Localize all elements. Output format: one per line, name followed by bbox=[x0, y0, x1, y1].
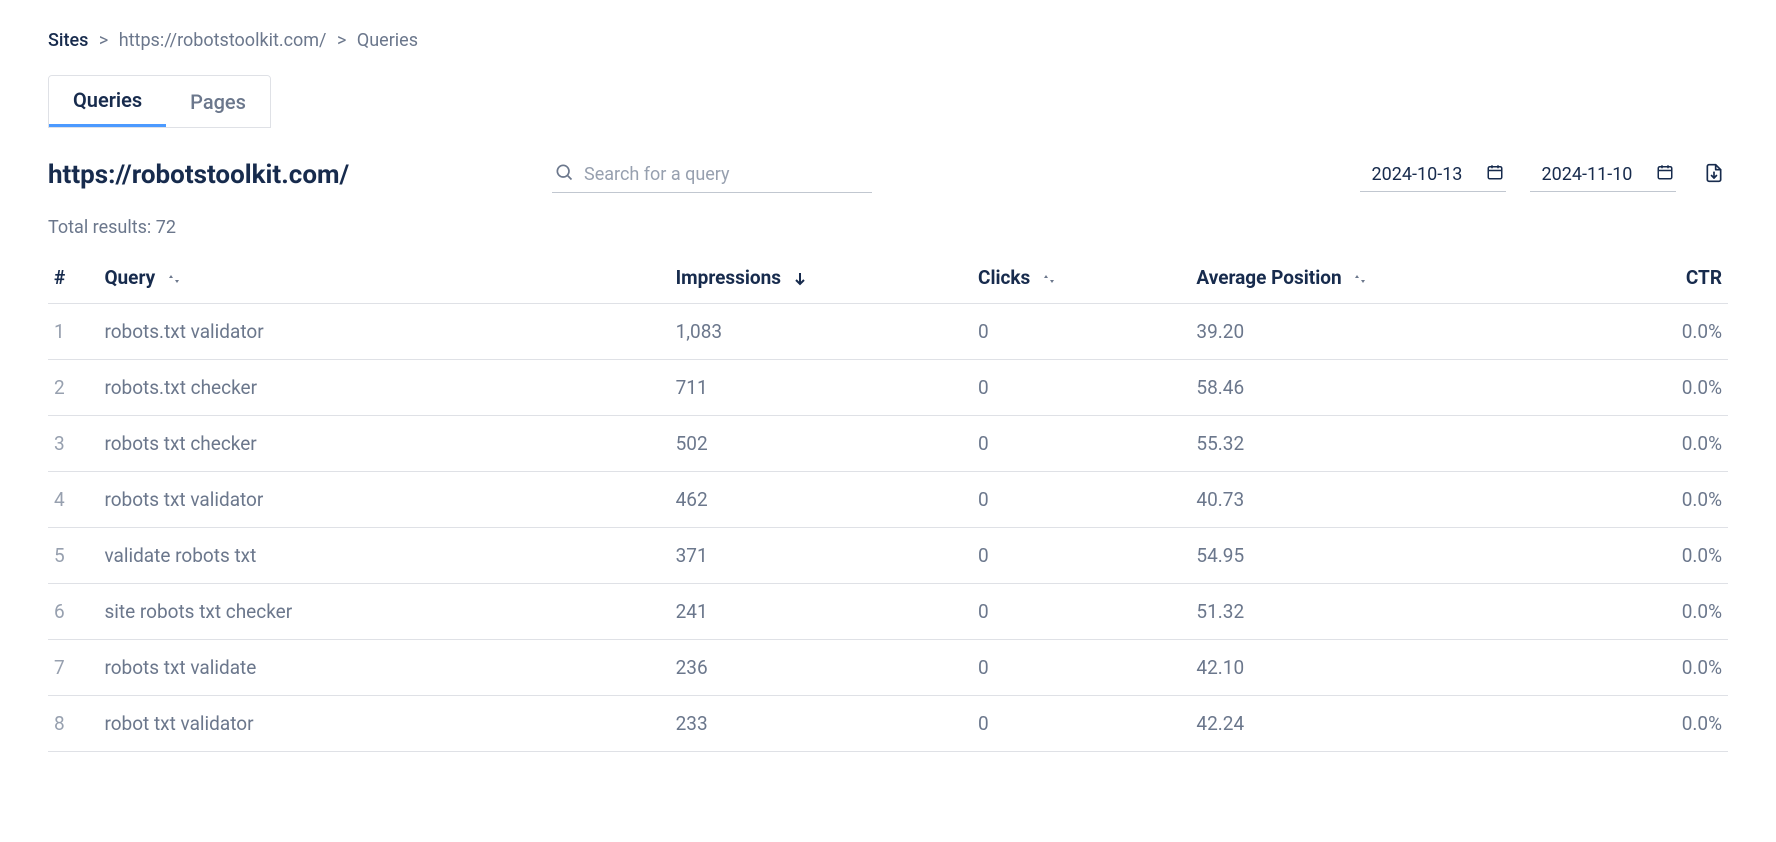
breadcrumb-sites-link[interactable]: Sites bbox=[48, 30, 88, 51]
cell-avg-position: 51.32 bbox=[1190, 584, 1560, 640]
col-header-ctr-label: CTR bbox=[1686, 266, 1722, 289]
cell-query: robots.txt validator bbox=[98, 304, 669, 360]
cell-query: validate robots txt bbox=[98, 528, 669, 584]
sort-both-icon bbox=[1354, 273, 1366, 285]
export-button[interactable] bbox=[1700, 158, 1728, 191]
cell-avg-position: 55.32 bbox=[1190, 416, 1560, 472]
cell-ctr: 0.0% bbox=[1560, 360, 1728, 416]
cell-clicks: 0 bbox=[972, 584, 1190, 640]
breadcrumb-current: Queries bbox=[357, 30, 418, 51]
cell-impressions: 241 bbox=[670, 584, 972, 640]
cell-impressions: 711 bbox=[670, 360, 972, 416]
col-header-impressions[interactable]: Impressions bbox=[670, 252, 972, 304]
cell-clicks: 0 bbox=[972, 528, 1190, 584]
col-header-impressions-label: Impressions bbox=[676, 266, 781, 289]
date-controls bbox=[1360, 157, 1728, 192]
cell-clicks: 0 bbox=[972, 416, 1190, 472]
col-header-query[interactable]: Query bbox=[98, 252, 669, 304]
cell-query: site robots txt checker bbox=[98, 584, 669, 640]
col-header-avg-position-label: Average Position bbox=[1196, 266, 1341, 289]
date-start-wrap[interactable] bbox=[1360, 157, 1506, 192]
cell-impressions: 371 bbox=[670, 528, 972, 584]
cell-ctr: 0.0% bbox=[1560, 304, 1728, 360]
cell-impressions: 462 bbox=[670, 472, 972, 528]
col-header-clicks[interactable]: Clicks bbox=[972, 252, 1190, 304]
cell-clicks: 0 bbox=[972, 640, 1190, 696]
cell-clicks: 0 bbox=[972, 304, 1190, 360]
search-input[interactable] bbox=[584, 164, 870, 185]
cell-clicks: 0 bbox=[972, 360, 1190, 416]
date-end-wrap[interactable] bbox=[1530, 157, 1676, 192]
cell-impressions: 502 bbox=[670, 416, 972, 472]
breadcrumb-separator: > bbox=[99, 30, 108, 51]
col-header-ctr[interactable]: CTR bbox=[1560, 252, 1728, 304]
date-end-input[interactable] bbox=[1532, 164, 1642, 185]
sort-desc-icon bbox=[794, 272, 806, 286]
header-row: https://robotstoolkit.com/ bbox=[48, 156, 1728, 193]
sort-both-icon bbox=[1043, 273, 1055, 285]
calendar-icon bbox=[1486, 163, 1504, 185]
col-header-query-label: Query bbox=[104, 266, 155, 289]
cell-index: 2 bbox=[48, 360, 98, 416]
cell-query: robots.txt checker bbox=[98, 360, 669, 416]
cell-index: 4 bbox=[48, 472, 98, 528]
table-row[interactable]: 4robots txt validator462040.730.0% bbox=[48, 472, 1728, 528]
breadcrumb-separator: > bbox=[337, 30, 346, 51]
breadcrumb: Sites > https://robotstoolkit.com/ > Que… bbox=[48, 30, 1728, 51]
queries-table: # Query Impressions bbox=[48, 252, 1728, 752]
cell-query: robots txt checker bbox=[98, 416, 669, 472]
cell-ctr: 0.0% bbox=[1560, 584, 1728, 640]
cell-impressions: 1,083 bbox=[670, 304, 972, 360]
col-header-avg-position[interactable]: Average Position bbox=[1190, 252, 1560, 304]
cell-clicks: 0 bbox=[972, 696, 1190, 752]
col-header-clicks-label: Clicks bbox=[978, 266, 1030, 289]
cell-impressions: 236 bbox=[670, 640, 972, 696]
cell-avg-position: 40.73 bbox=[1190, 472, 1560, 528]
breadcrumb-site-url-link[interactable]: https://robotstoolkit.com/ bbox=[119, 30, 327, 51]
cell-index: 6 bbox=[48, 584, 98, 640]
page-title: https://robotstoolkit.com/ bbox=[48, 160, 528, 190]
search-icon bbox=[554, 162, 574, 186]
cell-query: robots txt validator bbox=[98, 472, 669, 528]
calendar-icon bbox=[1656, 163, 1674, 185]
tab-pages[interactable]: Pages bbox=[166, 76, 270, 127]
cell-avg-position: 42.24 bbox=[1190, 696, 1560, 752]
cell-ctr: 0.0% bbox=[1560, 416, 1728, 472]
cell-index: 3 bbox=[48, 416, 98, 472]
search-field-wrap[interactable] bbox=[552, 156, 872, 193]
tab-queries[interactable]: Queries bbox=[49, 76, 166, 127]
table-row[interactable]: 6site robots txt checker241051.320.0% bbox=[48, 584, 1728, 640]
date-start-input[interactable] bbox=[1362, 164, 1472, 185]
cell-ctr: 0.0% bbox=[1560, 696, 1728, 752]
cell-ctr: 0.0% bbox=[1560, 528, 1728, 584]
table-row[interactable]: 1robots.txt validator1,083039.200.0% bbox=[48, 304, 1728, 360]
cell-avg-position: 54.95 bbox=[1190, 528, 1560, 584]
cell-impressions: 233 bbox=[670, 696, 972, 752]
cell-clicks: 0 bbox=[972, 472, 1190, 528]
cell-query: robot txt validator bbox=[98, 696, 669, 752]
cell-avg-position: 42.10 bbox=[1190, 640, 1560, 696]
col-header-index: # bbox=[48, 252, 98, 304]
sort-both-icon bbox=[168, 273, 180, 285]
table-row[interactable]: 5validate robots txt371054.950.0% bbox=[48, 528, 1728, 584]
cell-avg-position: 39.20 bbox=[1190, 304, 1560, 360]
table-row[interactable]: 2robots.txt checker711058.460.0% bbox=[48, 360, 1728, 416]
tabs: Queries Pages bbox=[48, 75, 271, 128]
cell-query: robots txt validate bbox=[98, 640, 669, 696]
table-row[interactable]: 3robots txt checker502055.320.0% bbox=[48, 416, 1728, 472]
cell-index: 5 bbox=[48, 528, 98, 584]
table-row[interactable]: 8robot txt validator233042.240.0% bbox=[48, 696, 1728, 752]
cell-index: 8 bbox=[48, 696, 98, 752]
file-download-icon bbox=[1704, 162, 1724, 187]
total-results: Total results: 72 bbox=[48, 217, 1728, 238]
cell-index: 1 bbox=[48, 304, 98, 360]
cell-ctr: 0.0% bbox=[1560, 472, 1728, 528]
cell-ctr: 0.0% bbox=[1560, 640, 1728, 696]
cell-avg-position: 58.46 bbox=[1190, 360, 1560, 416]
cell-index: 7 bbox=[48, 640, 98, 696]
table-row[interactable]: 7robots txt validate236042.100.0% bbox=[48, 640, 1728, 696]
